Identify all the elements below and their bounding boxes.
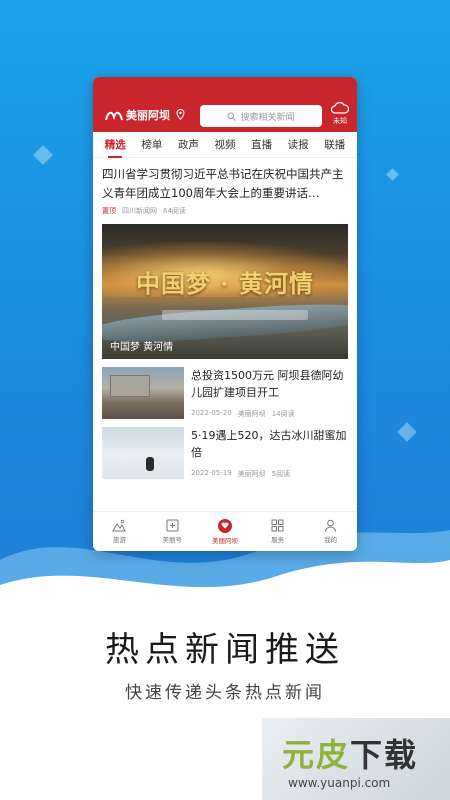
weather-widget[interactable]: 未知 [328,101,352,126]
phone-screen: 美丽阿坝 搜索相关新闻 未知 精选 榜单 政声 视频 直播 读报 联播 四川省学… [93,77,357,551]
tabbar-home[interactable]: 美丽阿坝 [199,512,252,551]
feature-banner[interactable]: 中国梦 · 黄河情 中国梦 黄河情 [102,224,348,359]
watermark-brand: 元皮下载 [282,730,418,776]
news-date: 2022-05-19 [191,469,232,477]
tab-bangdan[interactable]: 榜单 [134,137,171,152]
banner-subtitle-bar [162,310,308,320]
tabbar-travel[interactable]: 旅游 [93,512,146,551]
tabbar-mine[interactable]: 我的 [304,512,357,551]
news-item[interactable]: 总投资1500万元 阿坝县德阿幼儿园扩建项目开工 2022-05-20 美丽阿坝… [93,359,357,419]
headline-source: 四川新闻网 [122,207,157,215]
search-placeholder: 搜索相关新闻 [240,112,295,123]
watermark-url: www.yuanpi.com [288,776,391,790]
user-icon [325,519,337,532]
app-header: 美丽阿坝 搜索相关新闻 未知 [93,77,357,132]
plus-square-icon [166,519,179,532]
building-shape [110,375,150,397]
watermark-brand-dark: 下载 [350,736,419,774]
search-input[interactable]: 搜索相关新闻 [200,105,322,127]
news-reads: 5阅读 [271,470,291,478]
watermark: 元皮下载 www.yuanpi.com [262,718,450,800]
news-date: 2022-05-20 [191,409,232,417]
news-text: 5·19遇上520，达古冰川甜蜜加倍 2022-05-19 美丽阿坝 5阅读 [191,427,348,479]
banner-title: 中国梦 · 黄河情 [135,269,315,298]
news-item[interactable]: 5·19遇上520，达古冰川甜蜜加倍 2022-05-19 美丽阿坝 5阅读 [93,419,357,479]
headline-title: 四川省学习贯彻习近平总书记在庆祝中国共产主义青年团成立100周年大会上的重要讲话… [102,167,344,200]
heart-icon [217,518,232,533]
banner-caption: 中国梦 黄河情 [110,342,174,353]
tabbar-label: 服务 [271,536,285,544]
tab-lianbo[interactable]: 联播 [316,137,353,152]
weather-label: 未知 [333,117,347,125]
headline-article[interactable]: 四川省学习贯彻习近平总书记在庆祝中国共产主义青年团成立100周年大会上的重要讲话… [93,158,357,219]
cloud-icon [330,102,350,114]
logo-icon [105,111,123,121]
news-thumbnail [102,427,184,479]
tabbar-service[interactable]: 服务 [251,512,304,551]
headline-reads: 64阅读 [163,207,186,215]
tabbar-label: 我的 [324,536,338,544]
headline-meta: 置顶 四川新闻网 64阅读 [93,203,357,219]
promo-slogan: 热点新闻推送 [105,630,345,670]
tab-zhengsheng[interactable]: 政声 [170,137,207,152]
tab-shipin[interactable]: 视频 [207,137,244,152]
tabbar-meilihao[interactable]: 美丽号 [146,512,199,551]
person-shape [146,457,154,471]
news-source: 美丽阿坝 [237,410,266,418]
news-reads: 14阅读 [271,410,295,418]
bottom-tab-bar: 旅游 美丽号 美丽阿坝 服务 我的 [93,511,357,551]
tab-zhibo[interactable]: 直播 [243,137,280,152]
category-tabs: 精选 榜单 政声 视频 直播 读报 联播 [93,132,357,158]
news-source: 美丽阿坝 [237,470,266,478]
search-icon [227,112,237,121]
tabbar-label: 旅游 [112,536,126,544]
diamond-decoration [397,422,417,442]
tab-dubao[interactable]: 读报 [280,137,317,152]
news-meta: 2022-05-20 美丽阿坝 14阅读 [191,409,348,419]
diamond-decoration [386,168,399,181]
app-logo[interactable]: 美丽阿坝 [105,107,170,123]
news-meta: 2022-05-19 美丽阿坝 5阅读 [191,469,348,479]
tabbar-label: 美丽阿坝 [211,536,238,545]
tab-jingxuan[interactable]: 精选 [97,137,134,152]
grid-icon [271,519,284,532]
watermark-brand-green: 元皮 [282,736,351,774]
logo-text: 美丽阿坝 [126,109,170,122]
news-text: 总投资1500万元 阿坝县德阿幼儿园扩建项目开工 2022-05-20 美丽阿坝… [191,367,348,419]
news-title: 总投资1500万元 阿坝县德阿幼儿园扩建项目开工 [191,369,344,399]
diamond-decoration [33,145,53,165]
pinned-badge: 置顶 [102,207,116,215]
location-pin-icon[interactable] [176,109,185,120]
news-title: 5·19遇上520，达古冰川甜蜜加倍 [191,429,347,459]
mountain-icon [112,519,127,532]
heart-shape [221,522,229,529]
news-thumbnail [102,367,184,419]
promo-subslogan: 快速传递头条热点新闻 [125,683,325,703]
tabbar-label: 美丽号 [162,536,182,544]
